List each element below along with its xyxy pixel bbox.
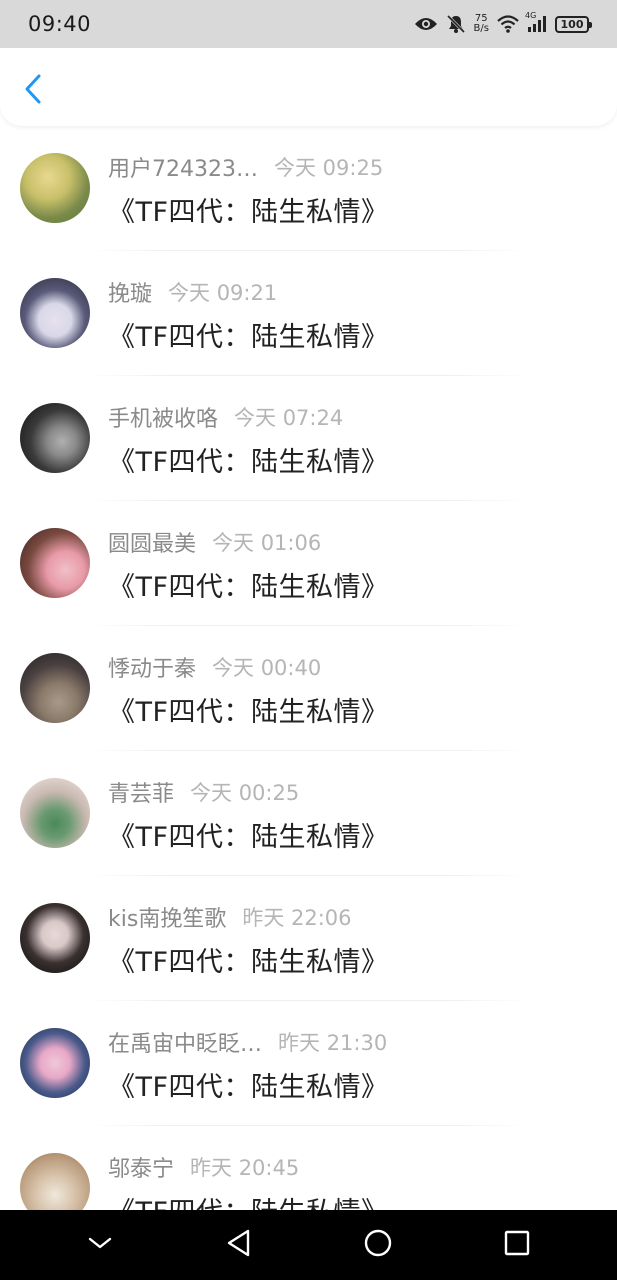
name-line: kis南挽笙歌 昨天 22:06 xyxy=(108,902,352,932)
status-icons: 75 B/s 4G 100 xyxy=(414,11,592,34)
avatar[interactable] xyxy=(20,1028,90,1098)
user-name: kis南挽笙歌 xyxy=(108,907,227,932)
list-item[interactable]: 圆圆最美 今天 01:06 《TF四代：陆生私情》 xyxy=(0,501,617,626)
user-name: 用户724323… xyxy=(108,157,258,182)
cellular-signal-icon: 4G xyxy=(525,11,547,33)
status-time: 09:40 xyxy=(28,12,92,36)
message-time: 今天 09:25 xyxy=(273,156,384,180)
message-text: 《TF四代：陆生私情》 xyxy=(108,447,389,478)
message-text: 《TF四代：陆生私情》 xyxy=(108,697,389,728)
avatar[interactable] xyxy=(20,153,90,223)
net-speed-unit: B/s xyxy=(473,23,489,34)
nav-home-button[interactable] xyxy=(358,1225,398,1265)
message-time: 今天 00:25 xyxy=(190,781,300,805)
user-name: 挽璇 xyxy=(108,282,153,307)
message-text: 《TF四代：陆生私情》 xyxy=(108,1072,389,1103)
list-item[interactable]: 在禹宙中眨眨… 昨天 21:30 《TF四代：陆生私情》 xyxy=(0,1001,617,1126)
list-item[interactable]: 用户724323… 今天 09:25 《TF四代：陆生私情》 xyxy=(0,126,617,251)
list-item[interactable]: 挽璇 今天 09:21 《TF四代：陆生私情》 xyxy=(0,251,617,376)
message-text: 《TF四代：陆生私情》 xyxy=(108,197,389,228)
name-line: 手机被收咯 今天 07:24 xyxy=(108,402,343,432)
recents-square-icon xyxy=(503,1229,531,1261)
message-text: 《TF四代：陆生私情》 xyxy=(108,947,389,978)
back-button[interactable] xyxy=(18,74,48,108)
message-time: 今天 00:40 xyxy=(212,656,322,680)
status-bar: 09:40 75 B/s 4G 100 xyxy=(0,0,617,48)
user-name: 邬泰宁 xyxy=(108,1157,175,1182)
nav-hide-button[interactable] xyxy=(80,1225,120,1265)
nav-recents-button[interactable] xyxy=(497,1225,537,1265)
back-triangle-icon xyxy=(225,1228,253,1262)
list-item[interactable]: 青芸菲 今天 00:25 《TF四代：陆生私情》 xyxy=(0,751,617,876)
bell-muted-icon xyxy=(446,14,466,34)
message-time: 今天 09:21 xyxy=(168,281,278,305)
name-line: 圆圆最美 今天 01:06 xyxy=(108,527,321,557)
avatar[interactable] xyxy=(20,403,90,473)
list-item[interactable]: 手机被收咯 今天 07:24 《TF四代：陆生私情》 xyxy=(0,376,617,501)
message-text: 《TF四代：陆生私情》 xyxy=(108,572,389,603)
user-name: 手机被收咯 xyxy=(108,407,219,432)
wifi-icon xyxy=(497,15,519,33)
app-header xyxy=(0,48,617,126)
name-line: 青芸菲 今天 00:25 xyxy=(108,777,299,807)
avatar[interactable] xyxy=(20,653,90,723)
user-name: 青芸菲 xyxy=(108,782,175,807)
avatar[interactable] xyxy=(20,1153,90,1210)
eye-icon xyxy=(414,16,438,32)
system-navigation-bar xyxy=(0,1210,617,1280)
message-text: 《TF四代：陆生私情》 xyxy=(108,322,389,353)
message-text: 《TF四代：陆生私情》 xyxy=(108,822,389,853)
name-line: 用户724323… 今天 09:25 xyxy=(108,152,383,182)
chevron-left-icon xyxy=(23,73,43,109)
avatar[interactable] xyxy=(20,778,90,848)
nav-back-button[interactable] xyxy=(219,1225,259,1265)
name-line: 悸动于秦 今天 00:40 xyxy=(108,652,321,682)
message-time: 今天 07:24 xyxy=(234,406,344,430)
avatar[interactable] xyxy=(20,903,90,973)
message-time: 今天 01:06 xyxy=(212,531,322,555)
message-time: 昨天 21:30 xyxy=(278,1031,388,1055)
name-line: 挽璇 今天 09:21 xyxy=(108,277,277,307)
network-type-label: 4G xyxy=(525,11,537,20)
network-speed: 75 B/s xyxy=(474,14,489,34)
message-time: 昨天 20:45 xyxy=(190,1156,300,1180)
battery-indicator: 100 xyxy=(555,15,592,33)
list-item[interactable]: 邬泰宁 昨天 20:45 《TF四代：陆生私情》 xyxy=(0,1126,617,1210)
message-text: 《TF四代：陆生私情》 xyxy=(108,1190,389,1210)
avatar[interactable] xyxy=(20,528,90,598)
list-item[interactable]: kis南挽笙歌 昨天 22:06 《TF四代：陆生私情》 xyxy=(0,876,617,1001)
message-list[interactable]: 用户724323… 今天 09:25 《TF四代：陆生私情》 挽璇 今天 09:… xyxy=(0,126,617,1210)
user-name: 悸动于秦 xyxy=(108,657,197,682)
avatar[interactable] xyxy=(20,278,90,348)
name-line: 邬泰宁 昨天 20:45 xyxy=(108,1152,299,1182)
chevron-down-icon xyxy=(87,1235,113,1255)
message-time: 昨天 22:06 xyxy=(242,906,352,930)
home-circle-icon xyxy=(363,1228,393,1262)
user-name: 在禹宙中眨眨… xyxy=(108,1032,263,1057)
list-item[interactable]: 悸动于秦 今天 00:40 《TF四代：陆生私情》 xyxy=(0,626,617,751)
user-name: 圆圆最美 xyxy=(108,532,197,557)
name-line: 在禹宙中眨眨… 昨天 21:30 xyxy=(108,1027,387,1057)
